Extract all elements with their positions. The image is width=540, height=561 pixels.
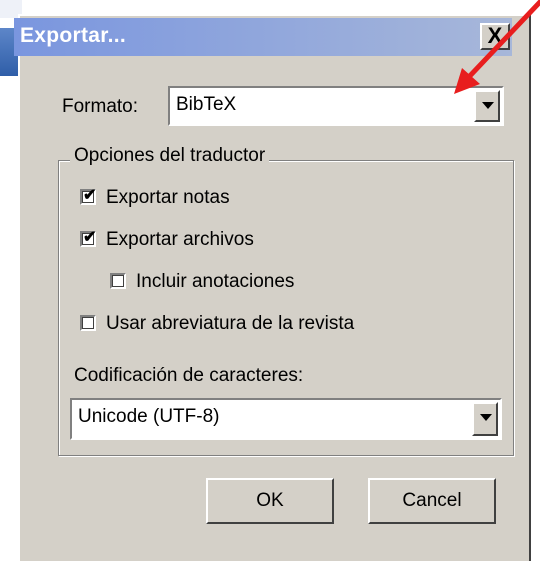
dialog-titlebar[interactable]: Exportar... X [14,18,512,56]
translator-options-title: Opciones del traductor [70,145,270,167]
use-journal-abbreviation-checkbox[interactable] [80,315,96,331]
export-files-checkbox[interactable]: ✔ [80,229,97,247]
encoding-label: Codificación de caracteres: [74,365,304,386]
encoding-dropdown-button[interactable] [472,402,498,436]
annotation-arrow-icon [454,0,540,94]
ok-button[interactable]: OK [206,478,334,524]
export-files-label[interactable]: Exportar archivos [106,229,254,251]
include-annotations-label[interactable]: Incluir anotaciones [136,271,294,293]
dialog-title: Exportar... [20,24,127,47]
export-notes-checkbox[interactable]: ✔ [80,187,97,205]
checkmark-icon: ✔ [83,229,97,246]
encoding-selected-value: Unicode (UTF-8) [78,406,220,427]
format-selected-value: BibTeX [176,94,237,115]
export-notes-label[interactable]: Exportar notas [106,187,230,209]
encoding-select[interactable]: Unicode (UTF-8) [70,398,502,440]
format-label: Formato: [62,96,139,117]
include-annotations-checkbox[interactable] [110,273,126,289]
cancel-button[interactable]: Cancel [368,478,496,524]
chevron-down-icon [480,414,492,421]
checkmark-icon: ✔ [83,187,97,204]
use-journal-abbreviation-label[interactable]: Usar abreviatura de la revista [106,313,354,335]
